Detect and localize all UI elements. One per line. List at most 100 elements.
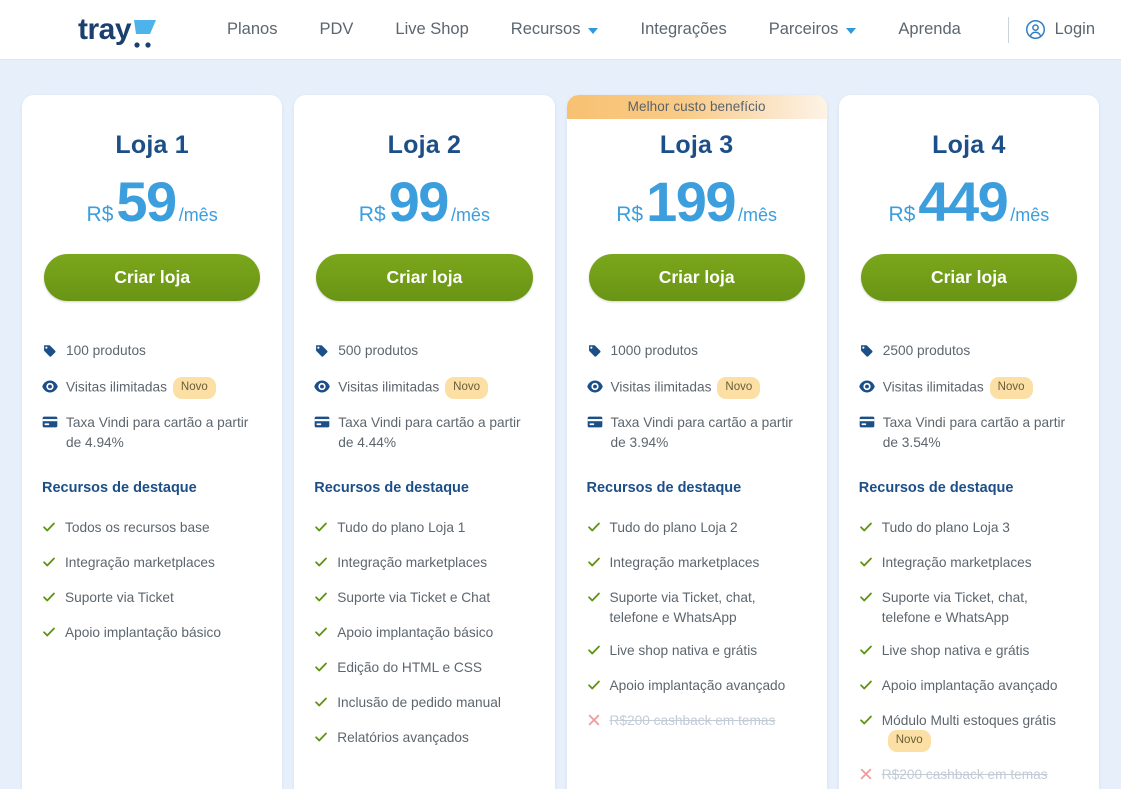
- check-icon: [42, 520, 56, 540]
- price-period: /mês: [738, 205, 778, 225]
- criar-loja-button[interactable]: Criar loja: [316, 254, 533, 301]
- nav-item-recursos[interactable]: Recursos: [490, 20, 620, 39]
- nav-label: PDV: [319, 20, 354, 38]
- feature-label: R$200 cashback em temas: [610, 711, 776, 731]
- spec-label: Taxa Vindi para cartão a partir de 3.54%: [883, 413, 1079, 453]
- spec-label: Visitas ilimitadas Novo: [66, 376, 262, 399]
- feature-label: Tudo do plano Loja 2: [610, 518, 738, 538]
- feature-text: Live shop nativa e grátis: [881, 642, 1030, 658]
- feature-text: Live shop nativa e grátis: [609, 642, 758, 658]
- feature-row: Tudo do plano Loja 1: [314, 518, 534, 540]
- best-value-ribbon: Melhor custo benefício: [566, 95, 827, 119]
- feature-label: Suporte via Ticket, chat, telefone e Wha…: [610, 588, 807, 628]
- feature-label: Tudo do plano Loja 3: [882, 518, 1010, 538]
- feature-text: Tudo do plano Loja 2: [609, 520, 738, 536]
- feature-label: Integração marketplaces: [337, 553, 487, 573]
- tag-icon: [859, 343, 874, 364]
- login-button[interactable]: Login: [1025, 19, 1103, 40]
- novo-badge: Novo: [887, 730, 931, 753]
- check-icon: [314, 625, 328, 645]
- nav-item-live-shop[interactable]: Live Shop: [374, 20, 489, 39]
- spec-text: 500 produtos: [338, 343, 419, 358]
- card-body: Loja 3 R$ 199/mês Criar loja 1000 produtos Vi…: [567, 119, 827, 789]
- features-heading: Recursos de destaque: [858, 480, 1014, 497]
- plan-specs: 2500 produtos Visitas ilimitadas Novo Taxa …: [859, 341, 1079, 452]
- nav-item-planos[interactable]: Planos: [206, 20, 298, 39]
- check-icon: [859, 713, 873, 733]
- feature-text: Integração marketplaces: [65, 555, 215, 571]
- features-heading: Recursos de destaque: [586, 480, 742, 497]
- price-currency: R$: [358, 203, 386, 226]
- criar-loja-button[interactable]: Criar loja: [588, 254, 805, 301]
- feature-label: R$200 cashback em temas: [882, 765, 1048, 785]
- plan-price: R$ 199/mês: [587, 174, 807, 232]
- plan-features: Todos os recursos base Integração marketp…: [42, 518, 262, 664]
- features-heading: Recursos de destaque: [314, 480, 469, 497]
- spec-text: Visitas ilimitadas: [610, 379, 712, 395]
- nav-item-integracoes[interactable]: Integrações: [619, 20, 747, 39]
- tag-icon: [587, 343, 602, 364]
- nav-item-aprenda[interactable]: Aprenda: [877, 20, 981, 39]
- feature-label: Edição do HTML e CSS: [337, 658, 482, 678]
- spec-row: Taxa Vindi para cartão a partir de 3.94%: [587, 413, 807, 453]
- nav-item-pdv[interactable]: PDV: [298, 20, 374, 39]
- spec-text: 100 produtos: [66, 343, 146, 358]
- spec-label: Visitas ilimitadas Novo: [883, 376, 1079, 399]
- spec-row: Taxa Vindi para cartão a partir de 4.94%: [42, 413, 262, 453]
- feature-label: Integração marketplaces: [882, 553, 1032, 573]
- feature-text: Apoio implantação avançado: [881, 677, 1058, 693]
- feature-text: Integração marketplaces: [881, 555, 1032, 571]
- spec-label: 1000 produtos: [611, 341, 807, 361]
- nav-item-parceiros[interactable]: Parceiros: [748, 20, 878, 39]
- feature-row: Todos os recursos base: [42, 518, 262, 540]
- user-circle-icon: [1025, 20, 1045, 39]
- plan-price: R$ 99/mês: [314, 174, 534, 232]
- credit-card-icon: [859, 415, 875, 435]
- tag-icon: [314, 343, 329, 364]
- feature-label: Suporte via Ticket: [65, 588, 174, 608]
- pricing-card: Loja 2 R$ 99/mês Criar loja 500 produtos Visi…: [294, 95, 555, 789]
- chevron-down-icon: [846, 27, 857, 34]
- header-right: Login: [1002, 16, 1103, 43]
- criar-loja-button[interactable]: Criar loja: [860, 254, 1077, 301]
- pricing-card: Loja 4 R$ 449/mês Criar loja 2500 produtos Vi…: [838, 95, 1099, 789]
- spec-text: Taxa Vindi para cartão a partir de 4.94%: [66, 414, 249, 450]
- feature-text: Integração marketplaces: [337, 555, 488, 571]
- spec-row: 500 produtos: [314, 341, 534, 364]
- spec-label: Taxa Vindi para cartão a partir de 4.94%: [66, 413, 262, 453]
- feature-label: Live shop nativa e grátis: [882, 641, 1030, 661]
- feature-label: Tudo do plano Loja 1: [337, 518, 465, 538]
- novo-badge: Novo: [172, 376, 216, 399]
- feature-row: Tudo do plano Loja 3: [859, 518, 1079, 540]
- tray-logo[interactable]: tray: [78, 8, 168, 52]
- credit-card-icon: [42, 415, 58, 435]
- price-amount: 99: [388, 170, 450, 233]
- spec-row: 100 produtos: [42, 341, 262, 364]
- feature-text: Tudo do plano Loja 1: [337, 520, 466, 536]
- spec-row: Visitas ilimitadas Novo: [42, 376, 262, 400]
- price-currency: R$: [86, 203, 114, 226]
- plan-specs: 1000 produtos Visitas ilimitadas Novo Taxa …: [586, 341, 807, 453]
- feature-row: Apoio implantação avançado: [859, 676, 1079, 698]
- plan-features: Tudo do plano Loja 2 Integração marketpla…: [587, 518, 807, 752]
- criar-loja-button[interactable]: Criar loja: [44, 254, 261, 301]
- feature-text: Inclusão de pedido manual: [337, 694, 501, 710]
- main-nav: Planos PDV Live Shop Recursos Integraçõe…: [206, 20, 982, 39]
- check-icon: [314, 590, 328, 610]
- check-icon: [314, 520, 328, 540]
- feature-text: Apoio implantação básico: [65, 625, 221, 641]
- check-icon: [42, 555, 56, 575]
- nav-label: Live Shop: [395, 20, 469, 38]
- eye-icon: [586, 379, 603, 400]
- nav-label: Parceiros: [768, 20, 839, 38]
- feature-row: Módulo Multi estoques grátis Novo: [859, 711, 1079, 753]
- feature-row: Inclusão de pedido manual: [314, 693, 534, 715]
- check-icon: [859, 590, 873, 610]
- spec-text: Taxa Vindi para cartão a partir de 3.94%: [610, 414, 793, 450]
- plan-name: Loja 4: [932, 131, 1006, 159]
- spec-label: 100 produtos: [66, 341, 262, 361]
- feature-label: Integração marketplaces: [65, 553, 215, 573]
- nav-label: Planos: [227, 20, 278, 38]
- feature-row: Tudo do plano Loja 2: [587, 518, 807, 540]
- feature-text: Suporte via Ticket, chat, telefone e Wha…: [881, 590, 1028, 626]
